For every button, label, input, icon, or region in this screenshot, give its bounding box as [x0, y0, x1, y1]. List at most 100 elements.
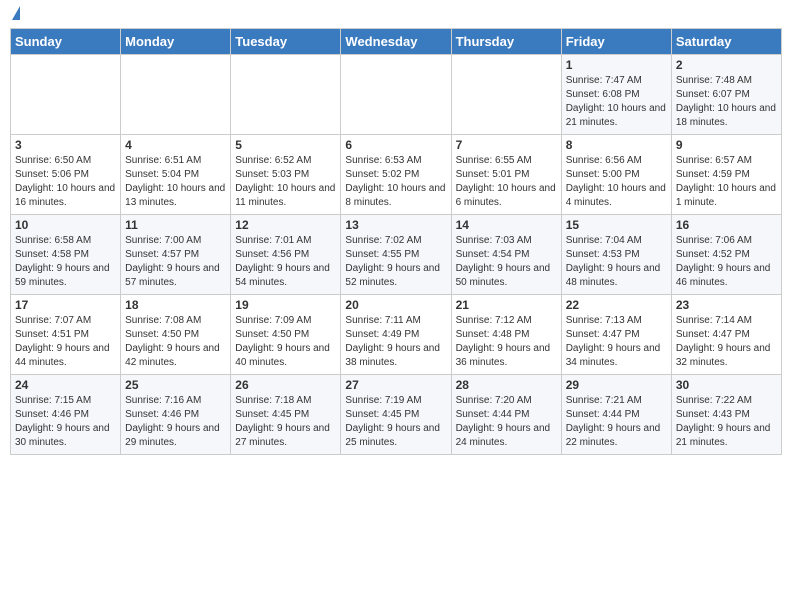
- day-info: Sunrise: 6:58 AMSunset: 4:58 PMDaylight:…: [15, 234, 116, 290]
- calendar-cell: 2 Sunrise: 7:48 AMSunset: 6:07 PMDaylight…: [671, 55, 781, 135]
- day-info: Sunrise: 7:21 AMSunset: 4:44 PMDaylight:…: [566, 394, 667, 450]
- day-number: 13: [345, 218, 446, 232]
- calendar-cell: 4 Sunrise: 6:51 AMSunset: 5:04 PMDaylight…: [121, 135, 231, 215]
- calendar-week-row: 1Sunrise: 7:47 AMSunset: 6:08 PMDaylight…: [11, 55, 782, 135]
- day-number: 17: [15, 298, 116, 312]
- day-number: 18: [125, 298, 226, 312]
- day-info: Sunrise: 7:18 AMSunset: 4:45 PMDaylight:…: [235, 394, 336, 450]
- day-info: Sunrise: 7:06 AMSunset: 4:52 PMDaylight:…: [676, 234, 777, 290]
- day-number: 20: [345, 298, 446, 312]
- day-info: Sunrise: 6:50 AMSunset: 5:06 PMDaylight:…: [15, 154, 116, 210]
- calendar-cell: 17 Sunrise: 7:07 AMSunset: 4:51 PMDayligh…: [11, 295, 121, 375]
- calendar-cell: [341, 55, 451, 135]
- day-number: 5: [235, 138, 336, 152]
- day-number: 2: [676, 58, 777, 72]
- day-number: 22: [566, 298, 667, 312]
- calendar-cell: 12 Sunrise: 7:01 AMSunset: 4:56 PMDayligh…: [231, 215, 341, 295]
- day-number: 8: [566, 138, 667, 152]
- page-header: [10, 10, 782, 20]
- calendar-cell: 26Sunrise: 7:18 AMSunset: 4:45 PMDayligh…: [231, 375, 341, 455]
- calendar-cell: 8 Sunrise: 6:56 AMSunset: 5:00 PMDaylight…: [561, 135, 671, 215]
- day-number: 4: [125, 138, 226, 152]
- day-number: 12: [235, 218, 336, 232]
- day-info: Sunrise: 6:52 AMSunset: 5:03 PMDaylight:…: [235, 154, 336, 210]
- day-info: Sunrise: 7:11 AMSunset: 4:49 PMDaylight:…: [345, 314, 446, 370]
- day-info: Sunrise: 7:47 AMSunset: 6:08 PMDaylight:…: [566, 74, 667, 130]
- calendar-week-row: 3 Sunrise: 6:50 AMSunset: 5:06 PMDaylight…: [11, 135, 782, 215]
- calendar-cell: 30 Sunrise: 7:22 AMSunset: 4:43 PMDayligh…: [671, 375, 781, 455]
- day-number: 27: [345, 378, 446, 392]
- day-info: Sunrise: 7:20 AMSunset: 4:44 PMDaylight:…: [456, 394, 557, 450]
- weekday-header-friday: Friday: [561, 29, 671, 55]
- calendar-cell: 27 Sunrise: 7:19 AMSunset: 4:45 PMDayligh…: [341, 375, 451, 455]
- day-number: 19: [235, 298, 336, 312]
- day-number: 10: [15, 218, 116, 232]
- day-number: 7: [456, 138, 557, 152]
- weekday-header-saturday: Saturday: [671, 29, 781, 55]
- calendar-cell: 24 Sunrise: 7:15 AMSunset: 4:46 PMDayligh…: [11, 375, 121, 455]
- day-info: Sunrise: 7:00 AMSunset: 4:57 PMDaylight:…: [125, 234, 226, 290]
- day-number: 11: [125, 218, 226, 232]
- calendar-cell: 19 Sunrise: 7:09 AMSunset: 4:50 PMDayligh…: [231, 295, 341, 375]
- calendar-cell: 10 Sunrise: 6:58 AMSunset: 4:58 PMDayligh…: [11, 215, 121, 295]
- day-info: Sunrise: 7:15 AMSunset: 4:46 PMDaylight:…: [15, 394, 116, 450]
- day-info: Sunrise: 6:51 AMSunset: 5:04 PMDaylight:…: [125, 154, 226, 210]
- day-info: Sunrise: 6:53 AMSunset: 5:02 PMDaylight:…: [345, 154, 446, 210]
- day-number: 24: [15, 378, 116, 392]
- day-number: 23: [676, 298, 777, 312]
- weekday-header-sunday: Sunday: [11, 29, 121, 55]
- day-info: Sunrise: 7:01 AMSunset: 4:56 PMDaylight:…: [235, 234, 336, 290]
- calendar-cell: 9Sunrise: 6:57 AMSunset: 4:59 PMDaylight…: [671, 135, 781, 215]
- day-number: 16: [676, 218, 777, 232]
- day-info: Sunrise: 7:09 AMSunset: 4:50 PMDaylight:…: [235, 314, 336, 370]
- calendar-cell: [451, 55, 561, 135]
- day-info: Sunrise: 7:02 AMSunset: 4:55 PMDaylight:…: [345, 234, 446, 290]
- logo: [10, 10, 20, 20]
- weekday-header-row: SundayMondayTuesdayWednesdayThursdayFrid…: [11, 29, 782, 55]
- day-info: Sunrise: 7:14 AMSunset: 4:47 PMDaylight:…: [676, 314, 777, 370]
- calendar-cell: 1Sunrise: 7:47 AMSunset: 6:08 PMDaylight…: [561, 55, 671, 135]
- day-info: Sunrise: 7:07 AMSunset: 4:51 PMDaylight:…: [15, 314, 116, 370]
- day-number: 25: [125, 378, 226, 392]
- day-info: Sunrise: 7:03 AMSunset: 4:54 PMDaylight:…: [456, 234, 557, 290]
- day-info: Sunrise: 7:16 AMSunset: 4:46 PMDaylight:…: [125, 394, 226, 450]
- day-number: 6: [345, 138, 446, 152]
- calendar-week-row: 10 Sunrise: 6:58 AMSunset: 4:58 PMDayligh…: [11, 215, 782, 295]
- weekday-header-thursday: Thursday: [451, 29, 561, 55]
- day-info: Sunrise: 7:19 AMSunset: 4:45 PMDaylight:…: [345, 394, 446, 450]
- day-number: 29: [566, 378, 667, 392]
- calendar-cell: 21 Sunrise: 7:12 AMSunset: 4:48 PMDayligh…: [451, 295, 561, 375]
- calendar-cell: 22 Sunrise: 7:13 AMSunset: 4:47 PMDayligh…: [561, 295, 671, 375]
- calendar-week-row: 24 Sunrise: 7:15 AMSunset: 4:46 PMDayligh…: [11, 375, 782, 455]
- day-number: 21: [456, 298, 557, 312]
- calendar-cell: 28 Sunrise: 7:20 AMSunset: 4:44 PMDayligh…: [451, 375, 561, 455]
- day-info: Sunrise: 7:08 AMSunset: 4:50 PMDaylight:…: [125, 314, 226, 370]
- day-info: Sunrise: 6:57 AMSunset: 4:59 PMDaylight:…: [676, 154, 777, 210]
- calendar-cell: [11, 55, 121, 135]
- day-number: 28: [456, 378, 557, 392]
- calendar-cell: 11 Sunrise: 7:00 AMSunset: 4:57 PMDayligh…: [121, 215, 231, 295]
- day-info: Sunrise: 6:56 AMSunset: 5:00 PMDaylight:…: [566, 154, 667, 210]
- calendar-cell: 14 Sunrise: 7:03 AMSunset: 4:54 PMDayligh…: [451, 215, 561, 295]
- calendar-cell: 16 Sunrise: 7:06 AMSunset: 4:52 PMDayligh…: [671, 215, 781, 295]
- calendar-cell: 23 Sunrise: 7:14 AMSunset: 4:47 PMDayligh…: [671, 295, 781, 375]
- calendar-cell: [121, 55, 231, 135]
- day-number: 3: [15, 138, 116, 152]
- calendar-table: SundayMondayTuesdayWednesdayThursdayFrid…: [10, 28, 782, 455]
- calendar-cell: [231, 55, 341, 135]
- day-info: Sunrise: 6:55 AMSunset: 5:01 PMDaylight:…: [456, 154, 557, 210]
- calendar-cell: 20 Sunrise: 7:11 AMSunset: 4:49 PMDayligh…: [341, 295, 451, 375]
- day-number: 30: [676, 378, 777, 392]
- day-number: 14: [456, 218, 557, 232]
- day-number: 15: [566, 218, 667, 232]
- day-info: Sunrise: 7:13 AMSunset: 4:47 PMDaylight:…: [566, 314, 667, 370]
- weekday-header-tuesday: Tuesday: [231, 29, 341, 55]
- day-info: Sunrise: 7:12 AMSunset: 4:48 PMDaylight:…: [456, 314, 557, 370]
- weekday-header-wednesday: Wednesday: [341, 29, 451, 55]
- day-info: Sunrise: 7:48 AMSunset: 6:07 PMDaylight:…: [676, 74, 777, 130]
- day-info: Sunrise: 7:22 AMSunset: 4:43 PMDaylight:…: [676, 394, 777, 450]
- logo-triangle-icon: [12, 6, 20, 20]
- calendar-week-row: 17 Sunrise: 7:07 AMSunset: 4:51 PMDayligh…: [11, 295, 782, 375]
- calendar-cell: 5 Sunrise: 6:52 AMSunset: 5:03 PMDaylight…: [231, 135, 341, 215]
- calendar-cell: 13 Sunrise: 7:02 AMSunset: 4:55 PMDayligh…: [341, 215, 451, 295]
